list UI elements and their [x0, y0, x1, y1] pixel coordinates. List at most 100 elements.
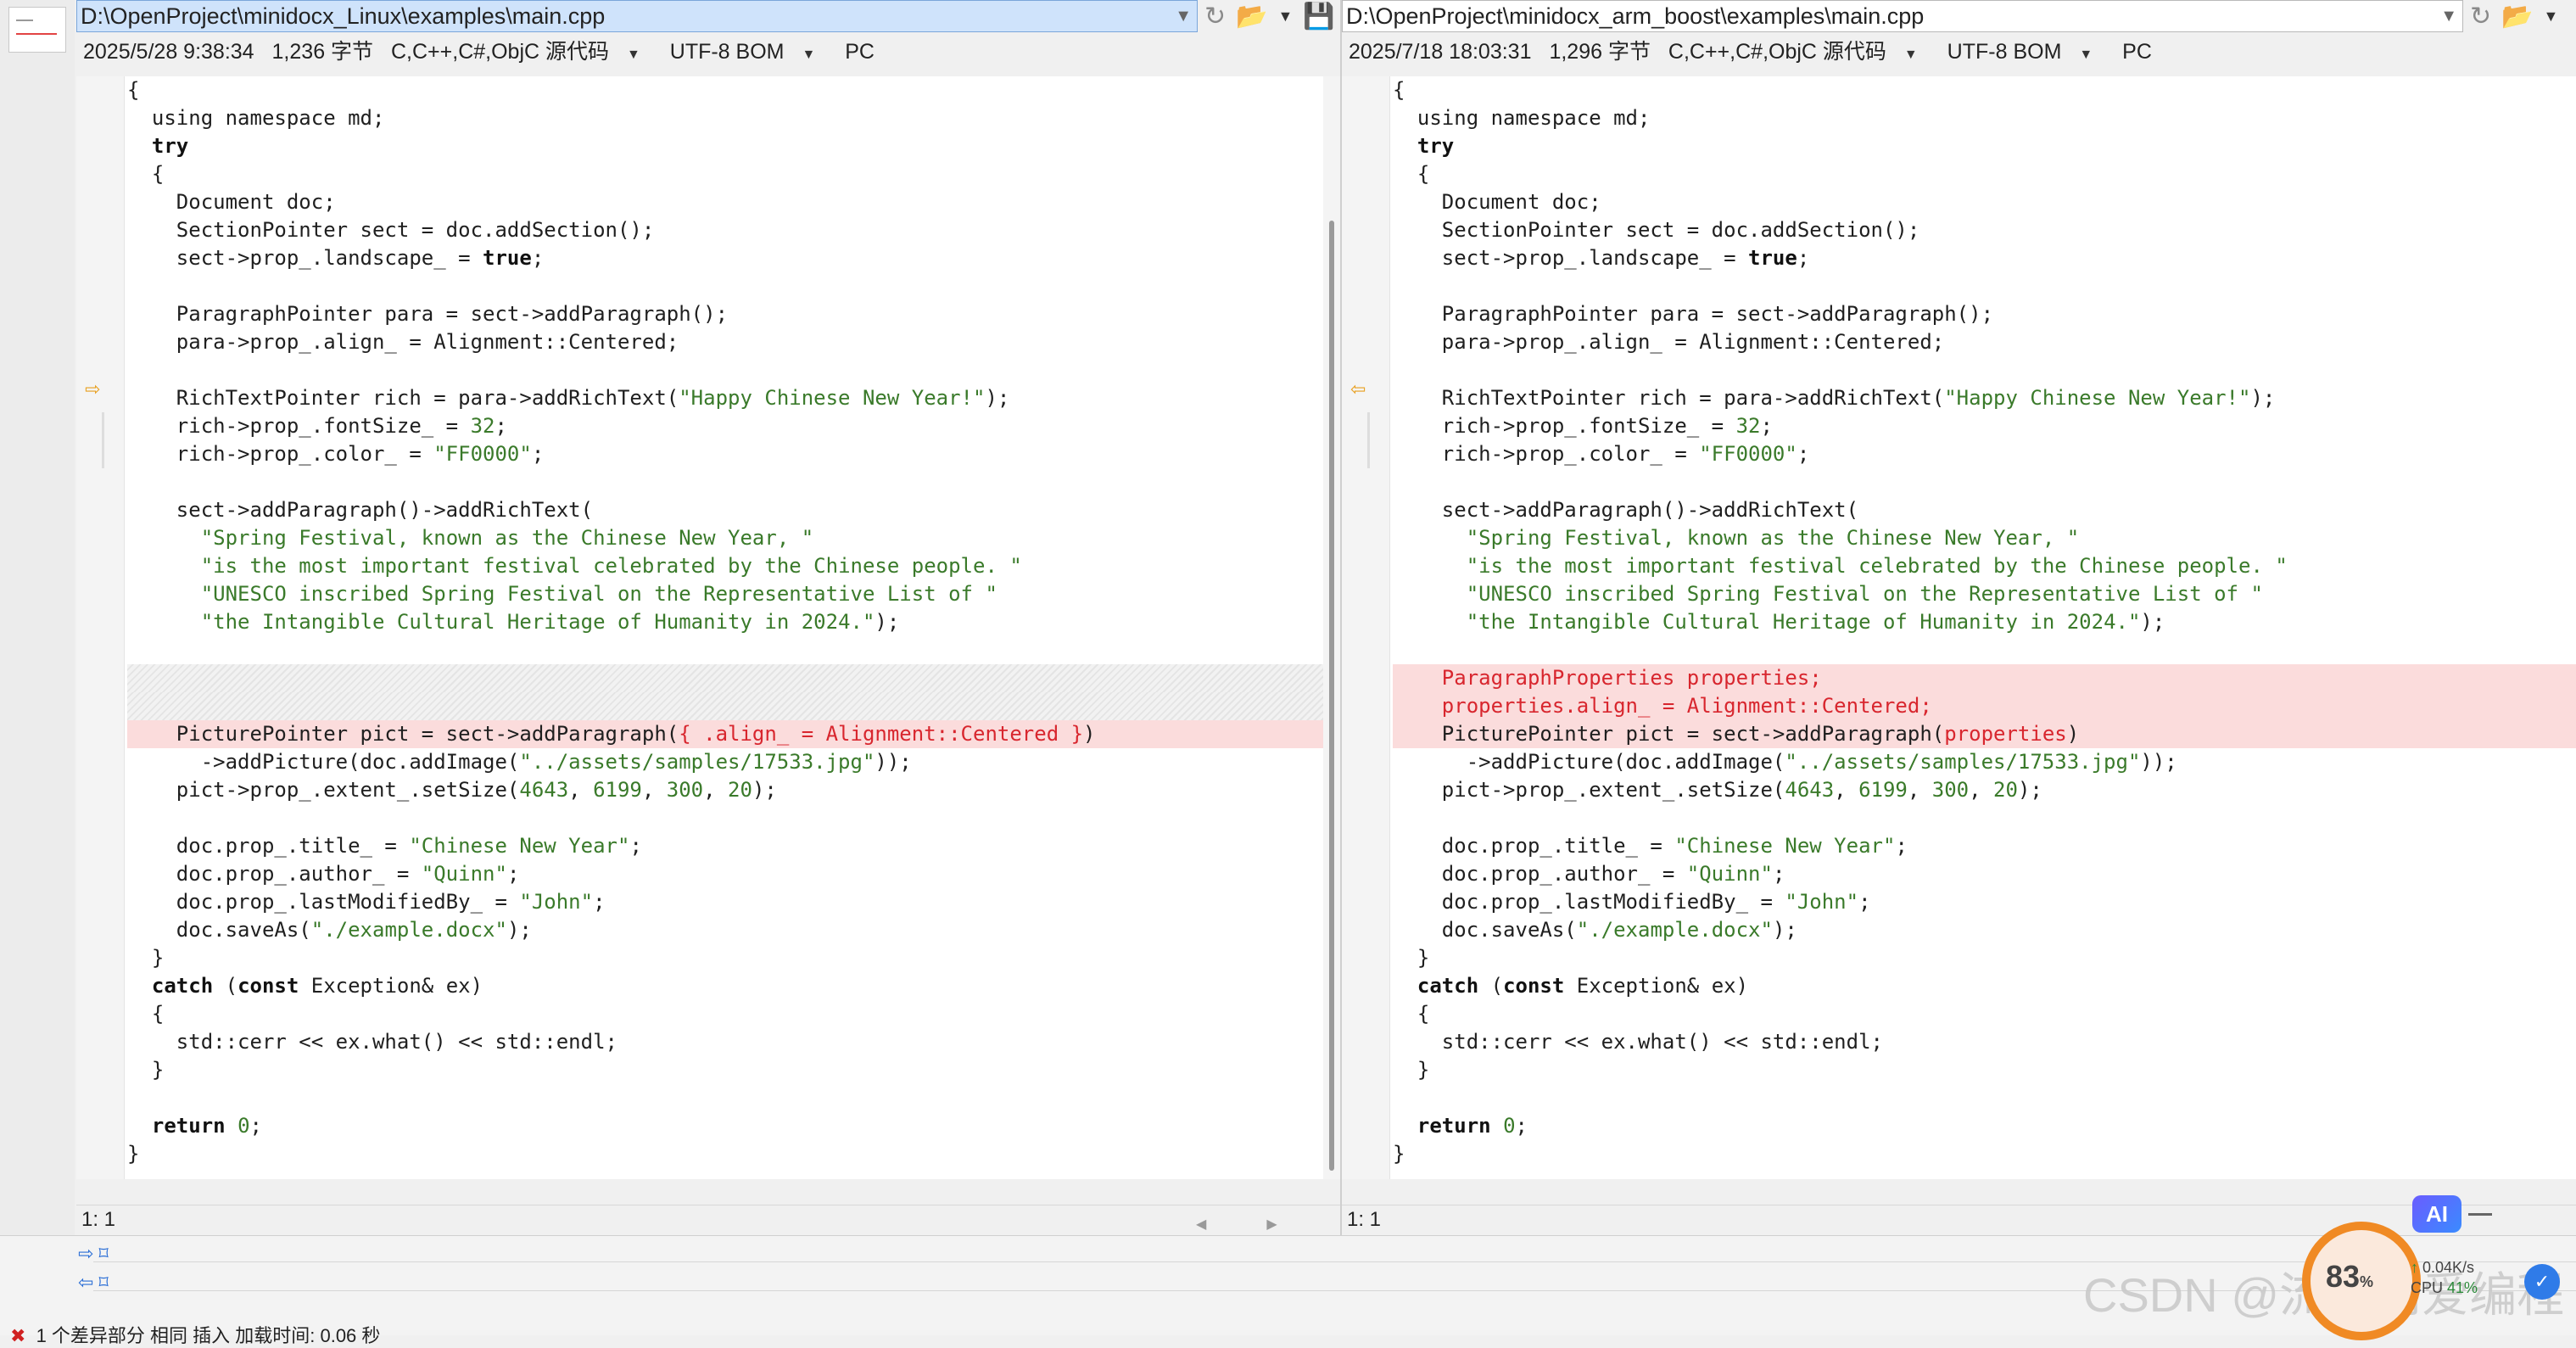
right-path-dropdown-icon[interactable]: ▼ — [2440, 1, 2457, 31]
right-open-dropdown-icon[interactable]: ▼ — [2544, 8, 2559, 25]
code-line-changed: PicturePointer pict = sect->addParagraph… — [1393, 720, 2576, 748]
code-line: "UNESCO inscribed Spring Festival on the… — [1466, 582, 2263, 606]
right-encoding-select[interactable]: UTF-8 BOM ▼ — [1947, 40, 2105, 64]
code-line: { — [1393, 78, 1405, 102]
left-open-folder-icon[interactable]: 📂 — [1236, 2, 1267, 31]
code-line: { — [1393, 1002, 1430, 1026]
code-line: doc.prop_.author_ = "Quinn"; — [1393, 862, 1785, 886]
code-line: return 0; — [1417, 1114, 1528, 1138]
code-line: } — [1393, 1058, 1430, 1082]
code-line: pict->prop_.extent_.setSize(4643, 6199, … — [1393, 778, 2042, 802]
next-diff-arrow-icon[interactable]: ⇨ ⌑ — [78, 1243, 109, 1268]
left-path-text: D:\OpenProject\minidocx_Linux\examples\m… — [81, 3, 606, 29]
code-line: ParagraphPointer para = sect->addParagra… — [1393, 302, 1994, 326]
code-line: "Spring Festival, known as the Chinese N… — [200, 526, 814, 550]
code-line: catch (const Exception& ex) — [151, 974, 483, 998]
left-toolbar: ↻ 📂 ▼ 💾 — [1204, 0, 1335, 32]
network-monitor: ↑ 0.04K/s CPU 41% — [2411, 1257, 2478, 1298]
code-line: sect->prop_.landscape_ = true; — [1393, 246, 1810, 270]
minimize-icon[interactable] — [2468, 1213, 2492, 1216]
left-open-dropdown-icon[interactable]: ▼ — [1278, 8, 1294, 25]
code-line-missing — [127, 692, 1323, 720]
code-line: Document doc; — [1393, 190, 1601, 214]
code-line: std::cerr << ex.what() << std::endl; — [127, 1030, 617, 1054]
right-path-input[interactable]: D:\OpenProject\minidocx_arm_boost\exampl… — [1342, 0, 2463, 32]
right-file-pane: D:\OpenProject\minidocx_arm_boost\exampl… — [1342, 0, 2576, 1239]
code-line: "the Intangible Cultural Heritage of Hum… — [1466, 610, 2165, 634]
diff-overview-thumbnail[interactable] — [8, 7, 66, 53]
code-line: rich->prop_.fontSize_ = 32; — [1393, 414, 1773, 438]
code-line: "UNESCO inscribed Spring Festival on the… — [200, 582, 997, 606]
cpu-label: CPU — [2411, 1279, 2444, 1296]
right-language-select[interactable]: C,C++,C#,ObjC 源代码 ▼ — [1668, 40, 1930, 64]
code-line: rich->prop_.color_ = "FF0000"; — [127, 442, 545, 466]
left-file-info: 2025/5/28 9:38:34 1,236 字节 C,C++,C#,ObjC… — [76, 36, 886, 68]
right-gutter: ⇦ — [1342, 76, 1390, 1179]
code-line: doc.saveAs("./example.docx"); — [127, 918, 532, 942]
shield-icon[interactable]: ✓ — [2524, 1264, 2560, 1300]
right-toolbar: ↻ 📂 ▼ — [2470, 0, 2558, 32]
left-path-dropdown-icon[interactable]: ▼ — [1175, 1, 1192, 31]
right-open-folder-icon[interactable]: 📂 — [2501, 2, 2533, 31]
right-code-lines: { using namespace md; try { Document doc… — [1393, 76, 2576, 1168]
code-line: using namespace md; — [1393, 106, 1651, 130]
left-reload-icon[interactable]: ↻ — [1204, 2, 1226, 31]
code-line: doc.prop_.title_ = "Chinese New Year"; — [1393, 834, 1908, 858]
code-line: try — [1417, 134, 1455, 158]
status-text: 1 个差异部分 相同 插入 加载时间: 0.06 秒 — [36, 1325, 381, 1346]
status-bar: ✖ 1 个差异部分 相同 插入 加载时间: 0.06 秒 — [0, 1321, 380, 1348]
code-line-missing — [127, 664, 1323, 692]
copy-to-right-arrow-icon[interactable]: ⇨ — [85, 380, 107, 399]
left-file-size: 1,236 字节 — [271, 40, 374, 64]
code-line-inserted: properties.align_ = Alignment::Centered; — [1393, 692, 2576, 720]
code-line: ParagraphPointer para = sect->addParagra… — [127, 302, 729, 326]
left-horizontal-scrollbar[interactable]: ◀ ▶ — [1196, 1211, 1340, 1232]
code-line: } — [127, 1058, 165, 1082]
code-line-changed: PicturePointer pict = sect->addParagraph… — [127, 720, 1323, 748]
right-file-date: 2025/7/18 18:03:31 — [1349, 40, 1532, 64]
left-vertical-scrollbar[interactable] — [1323, 76, 1340, 1179]
left-encoding-select[interactable]: UTF-8 BOM ▼ — [670, 40, 828, 64]
code-line: { — [127, 1002, 165, 1026]
left-code-editor[interactable]: ⇨ { using namespace md; try { Document d… — [76, 76, 1323, 1179]
left-eol-label: PC — [845, 40, 874, 64]
code-line: } — [1393, 946, 1430, 970]
right-cursor-position: 1: 1 — [1347, 1208, 1382, 1231]
code-line: std::cerr << ex.what() << std::endl; — [1393, 1030, 1883, 1054]
location-pane — [0, 0, 75, 1334]
copy-to-left-arrow-icon[interactable]: ⇦ — [1350, 380, 1372, 399]
code-line: SectionPointer sect = doc.addSection(); — [1393, 218, 1920, 242]
code-line: sect->addParagraph()->addRichText( — [1393, 498, 1859, 522]
code-line: using namespace md; — [127, 106, 385, 130]
left-language-select[interactable]: C,C++,C#,ObjC 源代码 ▼ — [391, 40, 652, 64]
right-file-size: 1,296 字节 — [1549, 40, 1651, 64]
code-line: pict->prop_.extent_.setSize(4643, 6199, … — [127, 778, 777, 802]
code-line: rich->prop_.fontSize_ = 32; — [127, 414, 507, 438]
prev-diff-arrow-icon[interactable]: ⇦ ⌑ — [78, 1272, 109, 1297]
code-line: RichTextPointer rich = para->addRichText… — [1393, 386, 2276, 410]
code-line: { — [1393, 162, 1430, 186]
code-line: ->addPicture(doc.addImage("../assets/sam… — [127, 750, 912, 774]
right-path-text: D:\OpenProject\minidocx_arm_boost\exampl… — [1346, 3, 1925, 29]
code-line: sect->addParagraph()->addRichText( — [127, 498, 594, 522]
left-file-pane: D:\OpenProject\minidocx_Linux\examples\m… — [76, 0, 1340, 1239]
right-reload-icon[interactable]: ↻ — [2470, 2, 2491, 31]
code-line: doc.prop_.lastModifiedBy_ = "John"; — [1393, 890, 1871, 914]
code-line: return 0; — [151, 1114, 262, 1138]
right-code-editor[interactable]: ⇦ { using namespace md; try { Document d… — [1342, 76, 2576, 1179]
code-line: catch (const Exception& ex) — [1417, 974, 1749, 998]
left-save-icon[interactable]: 💾 — [1303, 2, 1334, 31]
code-line: Document doc; — [127, 190, 336, 214]
code-line: doc.prop_.author_ = "Quinn"; — [127, 862, 520, 886]
right-eol-label: PC — [2122, 40, 2152, 64]
upload-arrow-icon: ↑ — [2411, 1259, 2418, 1276]
left-path-input[interactable]: D:\OpenProject\minidocx_Linux\examples\m… — [76, 0, 1198, 32]
